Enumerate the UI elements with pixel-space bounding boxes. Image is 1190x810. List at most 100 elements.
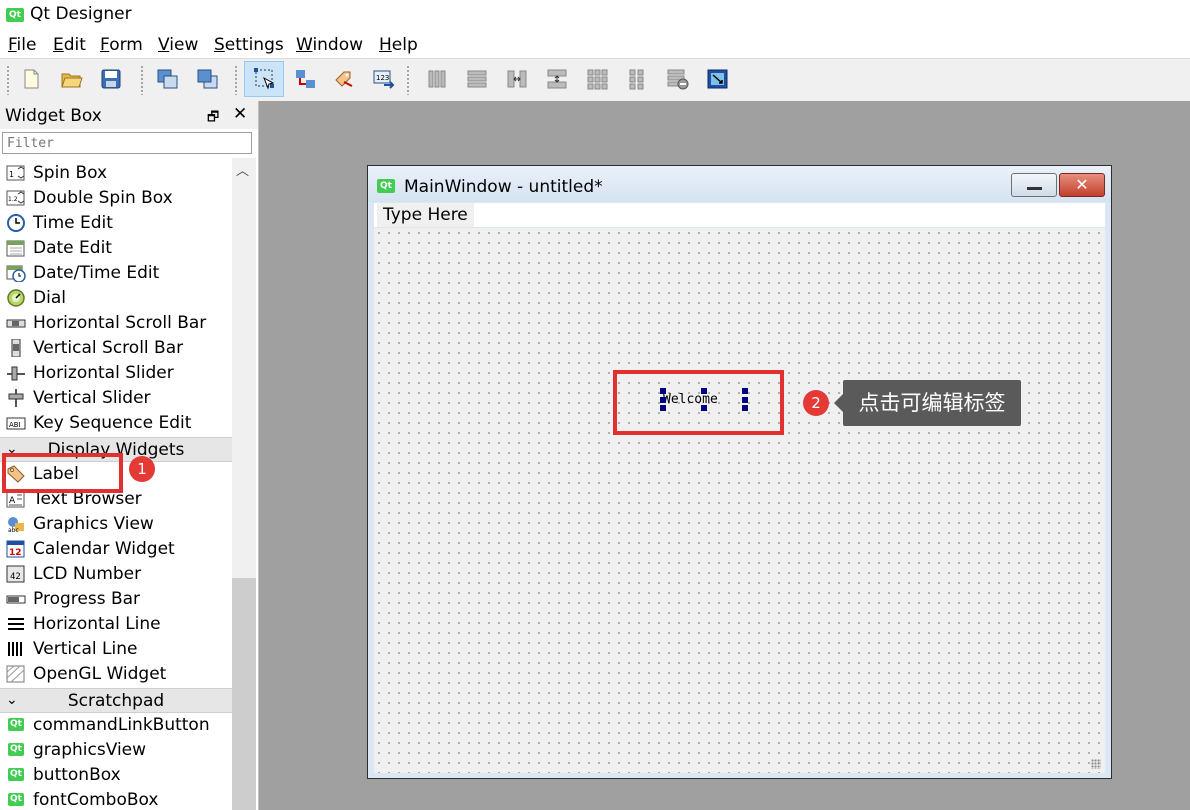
widget-item-lcd-number[interactable]: 42 LCD Number bbox=[0, 562, 232, 587]
menu-form[interactable]: Form bbox=[100, 35, 143, 55]
form-title: MainWindow - untitled* bbox=[404, 177, 603, 197]
qt-logo-icon: Qt bbox=[8, 768, 24, 781]
toolbar: 123 bbox=[0, 58, 1190, 102]
vertical-scroll-bar-icon bbox=[11, 339, 21, 357]
scrollbar-thumb[interactable] bbox=[232, 578, 256, 810]
widget-item-vertical-line[interactable]: Vertical Line bbox=[0, 637, 232, 662]
menu-settings[interactable]: Settings bbox=[214, 35, 284, 55]
type-here-menu-item[interactable]: Type Here bbox=[377, 203, 474, 227]
widget-item-calendar-widget[interactable]: 12 Calendar Widget bbox=[0, 537, 232, 562]
widget-item-dial[interactable]: Dial bbox=[0, 286, 232, 311]
toolbar-separator bbox=[234, 65, 238, 95]
svg-text:ABI: ABI bbox=[9, 421, 21, 429]
menu-bar: File Edit Form View Settings Window Help bbox=[0, 32, 1190, 58]
calendar-clock-icon bbox=[6, 265, 26, 282]
widget-item-spin-box[interactable]: 1 Spin Box bbox=[0, 161, 232, 186]
qt-logo-icon: Qt bbox=[377, 179, 395, 193]
menu-view[interactable]: View bbox=[158, 35, 198, 55]
form-title-bar[interactable]: Qt MainWindow - untitled* ✕ bbox=[368, 166, 1111, 202]
horizontal-scroll-bar-icon bbox=[6, 319, 26, 328]
new-form-icon[interactable] bbox=[14, 63, 48, 95]
widget-item-horizontal-line[interactable]: Horizontal Line bbox=[0, 612, 232, 637]
form-window[interactable]: Qt MainWindow - untitled* ✕ Type Here bbox=[367, 165, 1112, 779]
widget-item-progress-bar[interactable]: Progress Bar bbox=[0, 587, 232, 612]
widget-item-opengl-widget[interactable]: OpenGL Widget bbox=[0, 662, 232, 687]
double-spin-box-icon: 1.2 bbox=[6, 190, 25, 206]
widget-item-date-edit[interactable]: Date Edit bbox=[0, 236, 232, 261]
svg-text:42: 42 bbox=[10, 572, 21, 582]
widget-item-vertical-scroll-bar[interactable]: Vertical Scroll Bar bbox=[0, 336, 232, 361]
layout-form-icon[interactable] bbox=[620, 63, 654, 95]
app-title: Qt Designer bbox=[30, 4, 132, 24]
menu-file[interactable]: File bbox=[8, 35, 36, 55]
spin-box-icon: 1 bbox=[6, 165, 25, 181]
minimize-button[interactable] bbox=[1011, 173, 1057, 197]
svg-text:12: 12 bbox=[9, 548, 22, 558]
layout-vertical-icon[interactable] bbox=[460, 63, 494, 95]
lcd-number-icon: 42 bbox=[6, 565, 25, 583]
vertical-line-icon bbox=[8, 642, 22, 656]
bring-to-front-icon[interactable] bbox=[190, 63, 224, 95]
calendar-icon bbox=[6, 240, 25, 257]
progress-bar-icon bbox=[6, 595, 26, 604]
edit-signals-slots-icon[interactable] bbox=[288, 63, 322, 95]
widget-item-horizontal-scroll-bar[interactable]: Horizontal Scroll Bar bbox=[0, 311, 232, 336]
widget-item-graphics-view[interactable]: abc Graphics View bbox=[0, 512, 232, 537]
clock-icon bbox=[7, 214, 25, 232]
close-icon[interactable]: ✕ bbox=[233, 104, 247, 124]
edit-tab-order-icon[interactable]: 123 bbox=[366, 63, 400, 95]
category-scratchpad[interactable]: ⌄ Scratchpad bbox=[0, 688, 232, 713]
annotation-box-label-item bbox=[2, 453, 123, 493]
break-layout-icon[interactable] bbox=[660, 63, 694, 95]
toolbar-separator bbox=[140, 65, 144, 95]
svg-text:abc: abc bbox=[8, 527, 19, 533]
open-folder-icon[interactable] bbox=[54, 63, 88, 95]
scratchpad-item[interactable]: Qt fontComboBox bbox=[0, 788, 232, 810]
widget-item-date-time-edit[interactable]: Date/Time Edit bbox=[0, 261, 232, 286]
send-to-back-icon[interactable] bbox=[150, 63, 184, 95]
annotation-badge-2: 2 bbox=[803, 390, 829, 416]
edit-buddies-icon[interactable] bbox=[326, 63, 360, 95]
form-menu-bar: Type Here bbox=[374, 203, 1105, 227]
layout-grid-icon[interactable] bbox=[580, 63, 614, 95]
resize-grip-icon[interactable] bbox=[1091, 759, 1101, 769]
widget-item-double-spin-box[interactable]: 1.2 Double Spin Box bbox=[0, 186, 232, 211]
widget-list-scrollbar[interactable]: ︿ bbox=[232, 158, 256, 810]
scratchpad-item[interactable]: Qt commandLinkButton bbox=[0, 713, 232, 738]
widget-box-title: Widget Box bbox=[5, 106, 102, 126]
layout-vertical-splitter-icon[interactable] bbox=[540, 63, 574, 95]
app-title-bar: Qt Qt Designer bbox=[0, 0, 1190, 30]
edit-widgets-icon[interactable] bbox=[244, 61, 284, 97]
dial-icon bbox=[7, 289, 25, 307]
widget-item-vertical-slider[interactable]: Vertical Slider bbox=[0, 386, 232, 411]
annotation-tooltip: 点击可编辑标签 bbox=[834, 380, 1021, 426]
widget-item-key-sequence-edit[interactable]: ABI Key Sequence Edit bbox=[0, 411, 232, 436]
filter-input[interactable] bbox=[2, 132, 252, 154]
menu-help[interactable]: Help bbox=[379, 35, 418, 55]
widget-item-time-edit[interactable]: Time Edit bbox=[0, 211, 232, 236]
toolbar-separator bbox=[6, 65, 10, 95]
opengl-widget-icon bbox=[6, 665, 25, 683]
annotation-badge-1: 1 bbox=[129, 456, 155, 482]
adjust-size-icon[interactable] bbox=[700, 63, 734, 95]
menu-edit[interactable]: Edit bbox=[53, 35, 86, 55]
layout-horizontal-splitter-icon[interactable] bbox=[500, 63, 534, 95]
svg-text:1: 1 bbox=[9, 170, 14, 179]
menu-window[interactable]: Window bbox=[296, 35, 363, 55]
widget-item-horizontal-slider[interactable]: Horizontal Slider bbox=[0, 361, 232, 386]
layout-horizontal-icon[interactable] bbox=[420, 63, 454, 95]
key-sequence-icon: ABI bbox=[6, 417, 26, 430]
scratchpad-item[interactable]: Qt buttonBox bbox=[0, 763, 232, 788]
widget-box-header: Widget Box 🗗 ✕ bbox=[0, 101, 258, 129]
toolbar-separator bbox=[406, 65, 410, 95]
chevron-up-icon[interactable]: ︿ bbox=[236, 160, 249, 179]
form-central-widget[interactable] bbox=[374, 228, 1105, 773]
calendar-icon: 12 bbox=[6, 540, 25, 558]
scratchpad-item[interactable]: Qt graphicsView bbox=[0, 738, 232, 763]
annotation-box-label-widget bbox=[613, 370, 784, 435]
close-button[interactable]: ✕ bbox=[1059, 173, 1105, 197]
float-icon[interactable]: 🗗 bbox=[207, 108, 219, 130]
horizontal-slider-icon bbox=[7, 366, 25, 381]
save-icon[interactable] bbox=[94, 63, 128, 95]
qt-logo-icon: Qt bbox=[8, 793, 24, 806]
